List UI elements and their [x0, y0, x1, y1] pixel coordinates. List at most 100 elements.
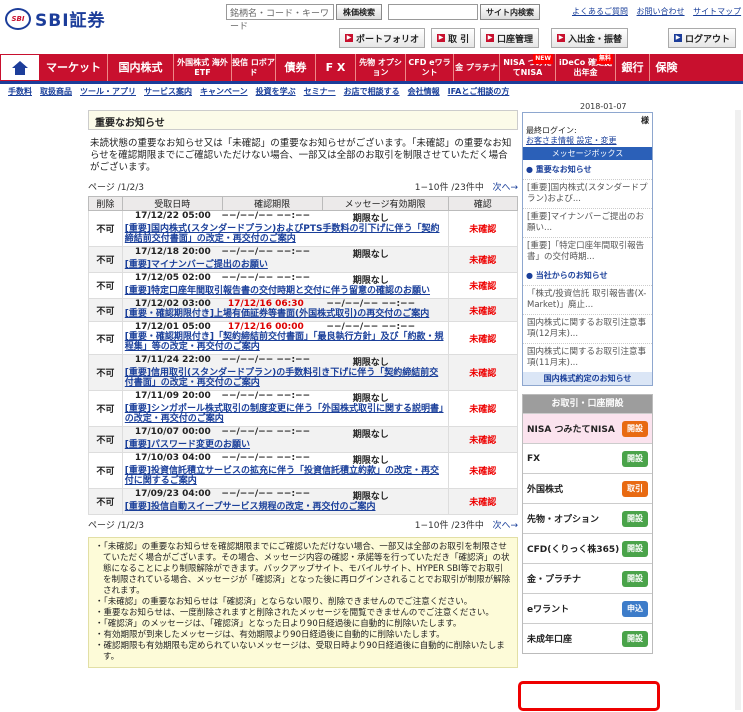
table-row[interactable]: 不可 17/09/23 04:00 −−/−−/−− −−:−− 期限なし [重要]投信… [88, 488, 519, 515]
page-title: 重要なお知らせ [88, 110, 518, 130]
table-row[interactable]: 不可 17/12/22 05:00 −−/−−/−− −−:−− 期限なし [重要]国内… [88, 210, 519, 247]
nav-ideco[interactable]: iDeCo 確定拠出年金 無料 [556, 54, 616, 81]
message-subject-link[interactable]: [重要]投信自動スイープサービス規程の改定・再交付のご案内 [123, 502, 448, 514]
col-expire: メッセージ有効期限 [321, 196, 449, 211]
nav-domestic-stock[interactable]: 国内株式 [108, 54, 174, 81]
subnav-products[interactable]: 取扱商品 [40, 86, 72, 100]
logout-button[interactable]: ▶ ログアウト [668, 28, 737, 48]
received-date: 17/12/22 05:00 [134, 211, 211, 221]
table-row[interactable]: 不可 17/11/24 22:00 −−/−−/−− −−:−− 期限なし [重要]信用… [88, 354, 519, 391]
from-us-item[interactable]: 国内株式に関するお取引注意事項(11月末)... [523, 343, 652, 372]
table-row[interactable]: 不可 17/12/02 03:00 17/12/16 06:30 −−/−−/−− −… [88, 298, 519, 322]
table-row[interactable]: 不可 17/10/03 04:00 −−/−−/−− −−:−− 期限なし [重要]投資… [88, 452, 519, 489]
subnav-learn[interactable]: 投資を学ぶ [256, 86, 296, 100]
message-subject-link[interactable]: [重要]マイナンバーご提出のお願い [123, 260, 448, 272]
contact-link[interactable]: お問い合わせ [637, 7, 685, 16]
page-links[interactable]: ページ /1/2/3 [88, 180, 144, 193]
open-account-button[interactable]: 開設 [622, 510, 648, 527]
faq-link[interactable]: よくあるご質問 [572, 7, 628, 16]
table-row[interactable]: 不可 17/10/07 00:00 −−/−−/−− −−:−− 期限なし [重要]パス… [88, 426, 519, 453]
subnav-company[interactable]: 会社情報 [408, 86, 440, 100]
from-us-item[interactable]: 国内株式に関するお取引注意事項(12月末)... [523, 314, 652, 343]
sitemap-link[interactable]: サイトマップ [693, 7, 741, 16]
important-item[interactable]: [重要]「特定口座年間取引報告書」の交付時期... [523, 237, 652, 266]
delete-cell: 不可 [88, 488, 123, 515]
arrow-icon: ▶ [437, 34, 445, 42]
sbi-logo[interactable]: SBI SBI証券 [5, 6, 106, 31]
subnav-store[interactable]: お店で相談する [344, 86, 400, 100]
portfolio-button[interactable]: ▶ ポートフォリオ [339, 28, 426, 48]
open-account-button[interactable]: 開設 [622, 630, 648, 647]
open-account-button[interactable]: 申込 [622, 600, 648, 617]
open-account-button[interactable]: 取引 [622, 480, 648, 497]
message-subject-link[interactable]: [重要]シンガポール株式取引の制度変更に伴う「外国株式取引に関する説明書」の改定… [123, 404, 448, 426]
trade-button[interactable]: ▶ 取 引 [431, 28, 476, 48]
pagination-bottom: ページ /1/2/3 1−10件 /23件中 次へ→ [88, 518, 518, 531]
nav-market[interactable]: マーケット [40, 54, 108, 81]
table-row[interactable]: 不可 17/12/18 20:00 −−/−−/−− −−:−− 期限なし [重要]マイ… [88, 246, 519, 273]
message-subject-link[interactable]: [重要・確認期限付き]上場有価証券等書面(外国株式取引)の再交付のご案内 [123, 309, 448, 321]
status-unconfirmed: 未確認 [447, 390, 519, 427]
message-subject-link[interactable]: [重要]投資信託積立サービスの拡充に伴う「投資信託積立約款」の改定・再交付に関す… [123, 466, 448, 488]
message-subject-link[interactable]: [重要]特定口座年間取引報告書の交付時期と交付に伴う留意の確認のお願い [123, 286, 448, 298]
from-us-label[interactable]: ● 当社からのお知らせ [523, 266, 652, 285]
subnav-tools[interactable]: ツール・アプリ [80, 86, 136, 100]
customer-info-link[interactable]: お客さま情報 設定・変更 [526, 136, 649, 146]
stock-search-button[interactable]: 株価検索 [336, 4, 382, 20]
important-item[interactable]: [重要]マイナンバーご提出のお願い... [523, 208, 652, 237]
page-links[interactable]: ページ /1/2/3 [88, 518, 144, 531]
subnav-seminar[interactable]: セミナー [304, 86, 336, 100]
site-search-button[interactable]: サイト内検索 [480, 4, 540, 20]
table-row[interactable]: 不可 17/11/09 20:00 −−/−−/−− −−:−− 期限なし [重要]シン… [88, 390, 519, 427]
sub-nav: 手数料 取扱商品 ツール・アプリ サービス案内 キャンペーン 投資を学ぶ セミナ… [0, 86, 743, 100]
open-account-button[interactable]: 開設 [622, 450, 648, 467]
nav-bank[interactable]: 銀行 [616, 54, 650, 81]
table-row[interactable]: 不可 17/12/01 05:00 17/12/16 00:00 −−/−−/−− −… [88, 321, 519, 355]
home-tab[interactable] [0, 54, 40, 81]
next-link[interactable]: 次へ→ [492, 521, 518, 531]
stock-search-input[interactable]: 銘柄名・コード・キーワード [226, 4, 334, 32]
account-label: 先物・オプション [527, 515, 600, 525]
nav-nisa[interactable]: NISA つみたてNISA NEW [500, 54, 556, 81]
received-date: 17/12/02 03:00 [134, 299, 211, 309]
subnav-ifa[interactable]: IFAとご相談の方 [448, 86, 510, 100]
table-row[interactable]: 不可 17/12/05 02:00 −−/−−/−− −−:−− 期限なし [重要]特定… [88, 272, 519, 299]
next-link[interactable]: 次へ→ [492, 183, 518, 193]
from-us-item[interactable]: 「株式/投資信託 取引報告書(X-Market)」廃止... [523, 285, 652, 314]
nav-gold[interactable]: 金 プラチナ [454, 54, 500, 81]
nav-fund[interactable]: 投信 ロボアド [232, 54, 276, 81]
nav-cfd[interactable]: CFD eワラント [406, 54, 454, 81]
account-box: お取引・口座開設 NISA つみたてNISA 開設 FX 開設 外国株式 取引 先物・オプシ… [522, 394, 653, 654]
account-header: お取引・口座開設 [523, 395, 652, 413]
deadline: −−/−−/−− −−:−− [221, 273, 311, 283]
account-button[interactable]: ▶ 口座管理 [480, 28, 540, 48]
subnav-services[interactable]: サービス案内 [144, 86, 192, 100]
nav-futures[interactable]: 先物 オプション [356, 54, 406, 81]
account-row: FX 開設 [523, 443, 652, 473]
message-subject-link[interactable]: [重要・確認期限付き]「契約締結前交付書面」「最良執行方針」及び「約款・規程集」… [123, 332, 448, 354]
status-unconfirmed: 未確認 [447, 452, 519, 489]
important-item[interactable]: [重要]国内株式(スタンダードプラン)および... [523, 179, 652, 208]
nav-bond[interactable]: 債券 [276, 54, 316, 81]
message-subject-link[interactable]: [重要]パスワード変更のお願い [123, 440, 448, 452]
nav-foreign-stock[interactable]: 外国株式 海外ETF [174, 54, 232, 81]
received-date: 17/09/23 04:00 [134, 489, 211, 499]
important-label[interactable]: ● 重要なお知らせ [523, 160, 652, 179]
deposit-button[interactable]: ▶ 入出金・振替 [551, 28, 629, 48]
open-account-button[interactable]: 開設 [622, 570, 648, 587]
nav-fx[interactable]: F X [316, 54, 356, 81]
notes-box: ・「未確認」の重要なお知らせを確認期限までにご確認いただけない場合、一部又は全部… [88, 537, 518, 668]
subnav-campaign[interactable]: キャンペーン [200, 86, 248, 100]
nav-insurance[interactable]: 保険 [650, 54, 683, 81]
received-date: 17/11/24 22:00 [134, 355, 211, 365]
open-account-button[interactable]: 開設 [622, 540, 648, 557]
sidebar: 様 最終ログイン: お客さま情報 設定・変更 メッセージボックス ● 重要なお知… [522, 112, 653, 654]
account-row: eワラント 申込 [523, 593, 652, 623]
subnav-fees[interactable]: 手数料 [8, 86, 32, 100]
site-search-input[interactable] [388, 4, 478, 20]
open-account-button[interactable]: 開設 [622, 420, 648, 437]
message-subject-link[interactable]: [重要]信用取引(スタンダードプラン)の手数料引き下げに伴う「契約締結前交付書面… [123, 368, 448, 390]
scrollbar[interactable] [735, 110, 741, 710]
message-subject-link[interactable]: [重要]国内株式(スタンダードプラン)およびPTS手数料の引下げに伴う「契約締結… [123, 224, 448, 246]
domestic-notice[interactable]: 国内株式約定のお知らせ [523, 372, 652, 385]
